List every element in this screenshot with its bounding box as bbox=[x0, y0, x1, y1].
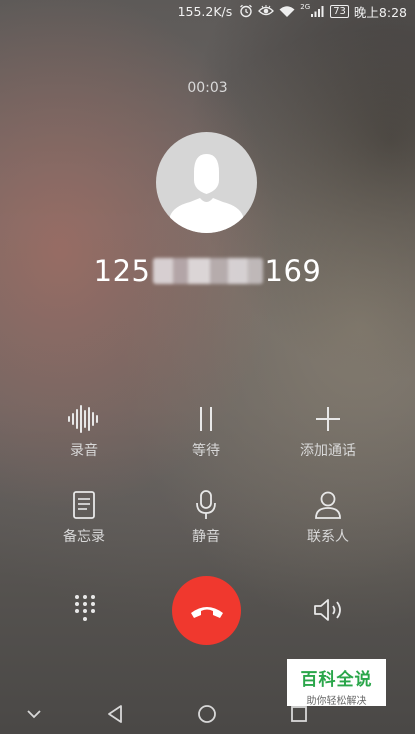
end-call-button[interactable] bbox=[172, 576, 241, 645]
notes-label: 备忘录 bbox=[63, 529, 105, 545]
phone-number-suffix: 169 bbox=[264, 254, 322, 288]
phone-number-blur bbox=[152, 258, 263, 284]
hangup-icon bbox=[190, 606, 223, 618]
signal-icon bbox=[311, 6, 324, 17]
status-bar: 155.2K/s 2G 73 晚上8:28 bbox=[0, 0, 415, 22]
record-label: 录音 bbox=[70, 443, 98, 459]
hold-label: 等待 bbox=[192, 443, 220, 459]
phone-number: 125 169 bbox=[0, 254, 415, 288]
back-triangle-icon bbox=[108, 705, 122, 723]
person-icon bbox=[315, 491, 341, 519]
notes-button[interactable]: 备忘录 bbox=[24, 490, 144, 546]
network-type-label: 2G bbox=[300, 3, 311, 11]
battery-indicator: 73 bbox=[330, 4, 349, 18]
pause-icon bbox=[200, 407, 212, 431]
record-button[interactable]: 录音 bbox=[24, 404, 144, 460]
nav-collapse-button[interactable] bbox=[22, 694, 46, 734]
mute-label: 静音 bbox=[192, 529, 220, 545]
hold-button[interactable]: 等待 bbox=[146, 404, 266, 460]
watermark-subtitle: 助你轻松解决 bbox=[306, 696, 367, 707]
dialpad-button[interactable] bbox=[70, 593, 100, 625]
clock: 晚上8:28 bbox=[353, 4, 407, 20]
chevron-down-icon bbox=[27, 710, 41, 719]
nav-home-button[interactable] bbox=[194, 694, 220, 734]
nav-back-button[interactable] bbox=[102, 694, 128, 734]
incall-screen: 155.2K/s 2G 73 晚上8:28 00:03 125 169 录音 等… bbox=[0, 0, 415, 734]
recents-square-icon bbox=[291, 706, 307, 722]
note-icon bbox=[73, 491, 95, 519]
network-speed: 155.2K/s bbox=[177, 3, 233, 19]
add-call-button[interactable]: 添加通话 bbox=[268, 404, 388, 460]
wifi-icon bbox=[279, 5, 295, 17]
add-call-label: 添加通话 bbox=[300, 443, 356, 459]
eye-icon bbox=[258, 5, 275, 16]
speaker-button[interactable] bbox=[312, 594, 346, 626]
alarm-icon bbox=[240, 4, 253, 18]
person-silhouette-icon bbox=[168, 154, 245, 233]
phone-number-prefix: 125 bbox=[93, 254, 151, 288]
dialpad-icon bbox=[75, 595, 95, 621]
mute-button[interactable]: 静音 bbox=[146, 490, 266, 546]
waveform-icon bbox=[68, 405, 98, 433]
home-circle-icon bbox=[198, 705, 216, 723]
contact-avatar bbox=[156, 132, 257, 233]
call-duration: 00:03 bbox=[187, 80, 228, 96]
contacts-button[interactable]: 联系人 bbox=[268, 490, 388, 546]
watermark-title: 百科全说 bbox=[300, 670, 373, 690]
watermark-logo: 百科全说 助你轻松解决 bbox=[287, 659, 386, 707]
speaker-icon bbox=[314, 599, 341, 621]
contacts-label: 联系人 bbox=[307, 529, 349, 545]
microphone-icon bbox=[196, 490, 216, 519]
plus-icon bbox=[316, 407, 340, 431]
